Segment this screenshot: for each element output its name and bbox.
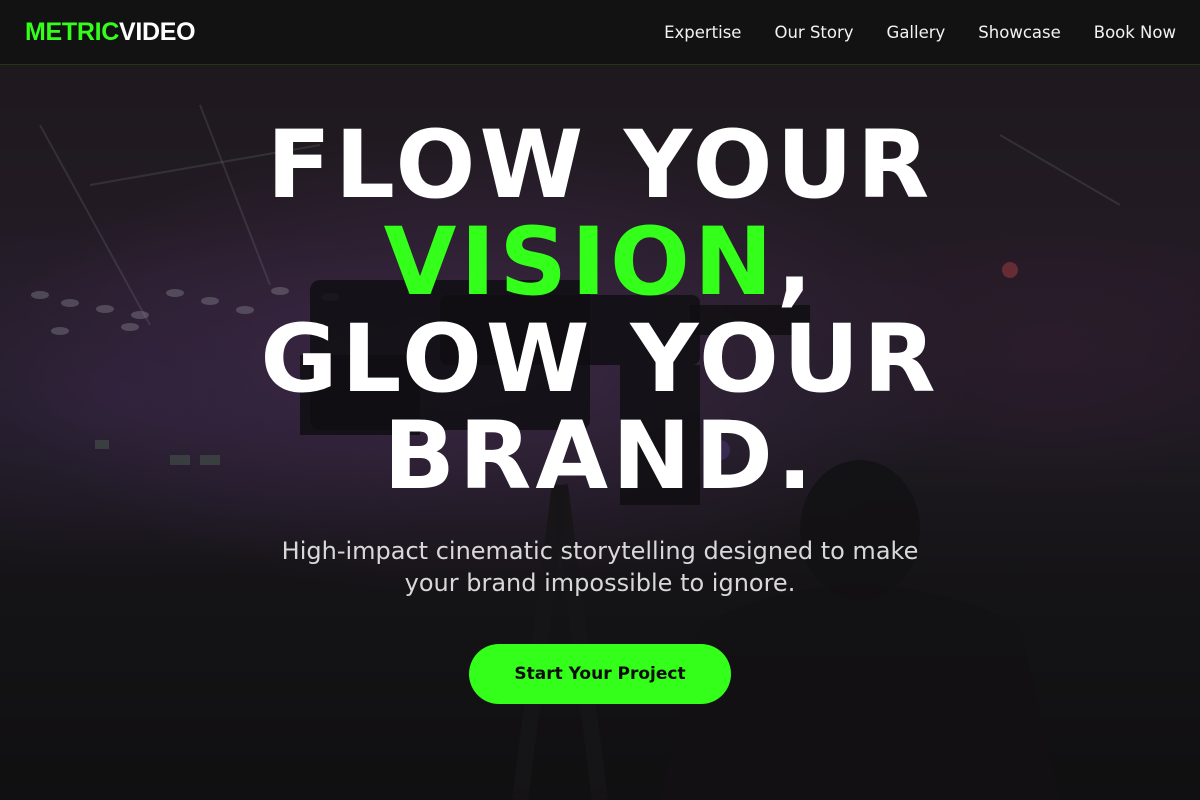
headline-accent-word: VISION [383, 208, 777, 317]
hero-section: FLOW YOUR VISION, GLOW YOUR BRAND. High-… [0, 65, 1200, 800]
hero-headline: FLOW YOUR VISION, GLOW YOUR BRAND. [260, 117, 939, 505]
main-menu: Expertise Our Story Gallery Showcase Boo… [664, 23, 1176, 42]
headline-comma: , [776, 208, 817, 317]
headline-line-1: FLOW YOUR [266, 111, 934, 220]
start-project-button[interactable]: Start Your Project [469, 644, 731, 704]
hero-subtitle: High-impact cinematic storytelling desig… [281, 537, 919, 597]
brand-logo[interactable]: METRICVIDEO [25, 17, 196, 47]
nav-expertise[interactable]: Expertise [664, 23, 741, 42]
nav-gallery[interactable]: Gallery [887, 23, 946, 42]
top-navbar: METRICVIDEO Expertise Our Story Gallery … [0, 0, 1200, 65]
nav-book-now[interactable]: Book Now [1094, 23, 1176, 42]
nav-showcase[interactable]: Showcase [978, 23, 1060, 42]
logo-metric: METRIC [25, 17, 120, 46]
headline-line-3: GLOW YOUR [260, 305, 940, 414]
nav-our-story[interactable]: Our Story [774, 23, 853, 42]
hero-content: FLOW YOUR VISION, GLOW YOUR BRAND. High-… [0, 65, 1200, 800]
logo-video: VIDEO [119, 17, 196, 46]
headline-line-4: BRAND. [383, 402, 817, 511]
